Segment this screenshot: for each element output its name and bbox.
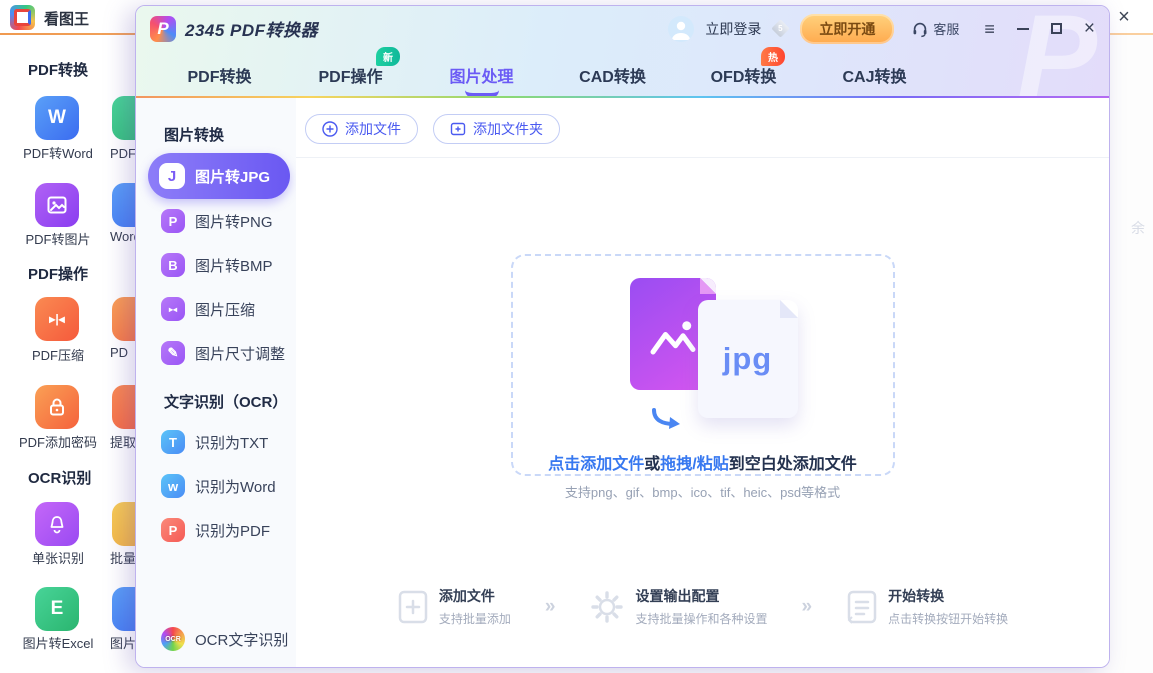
tab-pdf-convert[interactable]: PDF转换 bbox=[154, 51, 285, 96]
sidebar-item-ocr-word[interactable]: w 识别为Word bbox=[136, 464, 296, 508]
step-output-settings: 设置输出配置支持批量操作和各种设置 bbox=[589, 586, 767, 627]
screen: 看图王 × 余 PDF转换 W PDF转Word PDF转 PDF转图片 Wor… bbox=[0, 0, 1153, 673]
bgapp-item-label: PDF压缩 bbox=[8, 345, 108, 364]
pdf-password-lock-icon[interactable] bbox=[35, 385, 79, 429]
png-icon: P bbox=[161, 209, 185, 233]
sidebar-item-image-to-bmp[interactable]: B 图片转BMP bbox=[136, 243, 296, 287]
toolbar: 添加文件 添加文件夹 bbox=[296, 98, 1109, 144]
dropzone-illustration: jpg bbox=[608, 276, 798, 426]
bgapp-item-label: 提取 bbox=[110, 432, 136, 451]
service-label: 客服 bbox=[933, 19, 959, 38]
bgapp-item-label: PDF转Word bbox=[8, 143, 108, 162]
gear-icon bbox=[589, 589, 625, 625]
menu-icon[interactable]: ≡ bbox=[984, 20, 995, 38]
dropzone-hint: 点击添加文件或拖拽/粘贴到空白处添加文件 bbox=[513, 450, 893, 474]
pdf-compress-icon[interactable]: ▸|◂ bbox=[35, 297, 79, 341]
login-link[interactable]: 立即登录 bbox=[705, 19, 761, 39]
folder-plus-icon bbox=[450, 121, 466, 137]
convert-arrow-icon bbox=[650, 408, 684, 430]
steps-guide: 添加文件支持批量添加 » 设置输出配置支持批量操作和各种设置 » 开始转换点击转… bbox=[296, 586, 1109, 627]
bgapp-section-header: OCR识别 bbox=[28, 467, 91, 488]
image-to-excel-icon[interactable]: E bbox=[35, 587, 79, 631]
add-folder-button[interactable]: 添加文件夹 bbox=[433, 114, 560, 144]
sidebar-item-ocr-text-recognition[interactable]: OCR OCR文字识别 bbox=[161, 627, 288, 651]
maximize-icon[interactable] bbox=[1051, 23, 1062, 34]
titlebar: P 2345 PDF转换器 立即登录 5 立即开通 客服 ≡ bbox=[136, 6, 1109, 51]
tab-image-processing[interactable]: 图片处理 bbox=[416, 51, 547, 96]
badge-new: 新 bbox=[376, 47, 400, 66]
single-ocr-icon[interactable] bbox=[35, 502, 79, 546]
bmp-icon: B bbox=[161, 253, 185, 277]
sidebar-item-image-compress[interactable]: ▸◂ 图片压缩 bbox=[136, 287, 296, 331]
vip-diamond-icon[interactable]: 5 bbox=[772, 19, 790, 37]
tab-caj-convert[interactable]: CAJ转换 bbox=[809, 51, 940, 96]
file-plus-icon bbox=[397, 589, 429, 625]
tool-sidebar: 图片转换 J 图片转JPG P 图片转PNG B 图片转BMP ▸◂ 图片压缩 bbox=[136, 98, 296, 667]
bgapp-item-label: 单张识别 bbox=[8, 548, 108, 567]
bgapp-text-fragment: 余 bbox=[1131, 218, 1145, 238]
compress-icon: ▸◂ bbox=[161, 297, 185, 321]
tab-cad-convert[interactable]: CAD转换 bbox=[547, 51, 678, 96]
circle-plus-icon bbox=[322, 121, 338, 137]
ocr-rainbow-icon: OCR bbox=[161, 627, 185, 651]
bgapp-item-label: PDF转图片 bbox=[8, 229, 108, 248]
pdf-to-word-icon[interactable]: W bbox=[35, 96, 79, 140]
pdf-icon: P bbox=[161, 518, 185, 542]
step-arrow-icon: » bbox=[545, 596, 556, 618]
badge-hot: 热 bbox=[761, 47, 785, 66]
app-logo-icon: P bbox=[150, 16, 176, 42]
bgapp-item-label: 批量 bbox=[110, 548, 136, 567]
headset-icon bbox=[911, 20, 929, 38]
bgapp-item-label: PD bbox=[110, 345, 128, 360]
window-header: P P 2345 PDF转换器 立即登录 5 立即开通 客服 bbox=[136, 6, 1109, 98]
step-start-convert: 开始转换点击转换按钮开始转换 bbox=[846, 586, 1008, 627]
txt-icon: T bbox=[161, 430, 185, 454]
converter-window: P P 2345 PDF转换器 立即登录 5 立即开通 客服 bbox=[135, 5, 1110, 668]
upgrade-button[interactable]: 立即开通 bbox=[800, 14, 894, 44]
step-add-files: 添加文件支持批量添加 bbox=[397, 586, 511, 627]
toolbar-divider bbox=[296, 157, 1109, 158]
tab-pdf-edit[interactable]: PDF操作 新 bbox=[285, 51, 416, 96]
tab-ofd-convert[interactable]: OFD转换 热 bbox=[678, 51, 809, 96]
bgapp-logo-icon bbox=[10, 5, 35, 30]
sidebar-item-image-resize[interactable]: ✎ 图片尺寸调整 bbox=[136, 331, 296, 375]
dropzone-formats: 支持png、gif、bmp、ico、tif、heic、psd等格式 bbox=[513, 482, 893, 501]
bgapp-item-label: 图片转Excel bbox=[8, 633, 108, 652]
bgapp-section-header: PDF转换 bbox=[28, 59, 88, 80]
pdf-to-image-icon[interactable] bbox=[35, 183, 79, 227]
file-convert-icon bbox=[846, 589, 878, 625]
group-header-ocr: 文字识别（OCR） bbox=[164, 391, 296, 412]
sidebar-item-ocr-pdf[interactable]: P 识别为PDF bbox=[136, 508, 296, 552]
avatar[interactable] bbox=[668, 16, 694, 42]
customer-service-button[interactable]: 客服 bbox=[911, 19, 959, 38]
sidebar-item-ocr-txt[interactable]: T 识别为TXT bbox=[136, 420, 296, 464]
sidebar-item-image-to-png[interactable]: P 图片转PNG bbox=[136, 199, 296, 243]
sidebar-item-image-to-jpg[interactable]: J 图片转JPG bbox=[148, 153, 290, 199]
step-arrow-icon: » bbox=[802, 596, 813, 618]
nav-tabs: PDF转换 PDF操作 新 图片处理 CAD转换 OFD转换 热 CAJ转换 bbox=[154, 51, 940, 96]
bgapp-close-icon[interactable]: × bbox=[1111, 4, 1137, 30]
bgapp-item-label: PDF添加密码 bbox=[8, 432, 108, 451]
add-file-button[interactable]: 添加文件 bbox=[305, 114, 418, 144]
jpg-file-icon: jpg bbox=[698, 300, 798, 418]
main-content: 添加文件 添加文件夹 jpg bbox=[296, 98, 1109, 667]
file-dropzone[interactable]: jpg 点击添加文件或拖拽/粘贴到空白处添加文件 支持png、gif、bmp、i… bbox=[511, 254, 895, 476]
jpg-icon: J bbox=[159, 163, 185, 189]
app-title: 2345 PDF转换器 bbox=[185, 16, 318, 41]
word-icon: w bbox=[161, 474, 185, 498]
jpg-label: jpg bbox=[723, 341, 773, 377]
group-header-image-convert: 图片转换 bbox=[164, 124, 296, 145]
minimize-icon[interactable] bbox=[1017, 28, 1029, 30]
resize-pencil-icon: ✎ bbox=[161, 341, 185, 365]
bgapp-title: 看图王 bbox=[44, 8, 89, 29]
close-icon[interactable]: × bbox=[1084, 19, 1095, 38]
bgapp-section-header: PDF操作 bbox=[28, 263, 88, 284]
